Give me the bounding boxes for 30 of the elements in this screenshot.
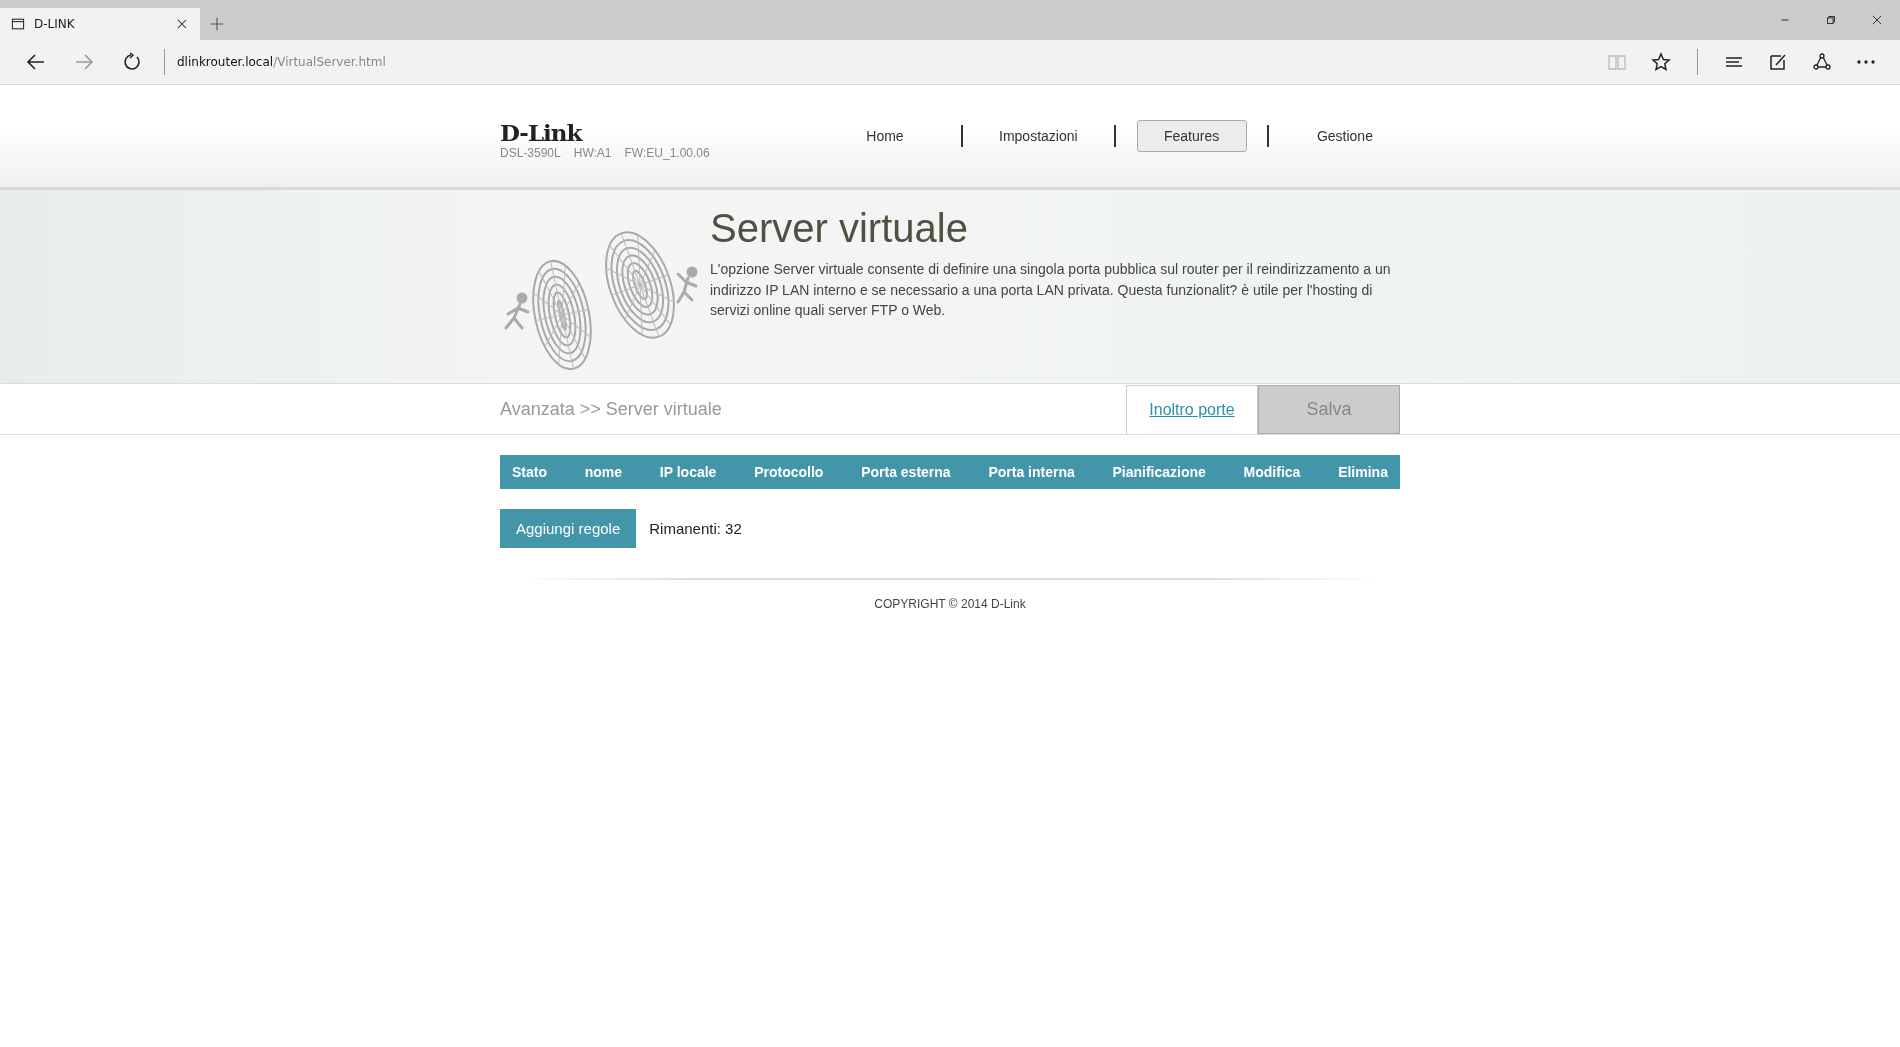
column-header: IP locale bbox=[659, 464, 717, 480]
forward-arrow-icon[interactable] bbox=[74, 52, 94, 72]
column-header: Elimina bbox=[1338, 464, 1388, 480]
hardware-label: HW:A1 bbox=[573, 145, 612, 160]
page-description: L'opzione Server virtuale consente di definire una singola porta pubblica sul router per il reindirizzamento a un indirizzo IP LAN interno e se necessario a una porta LAN privata. Questa funzionalit? è utile per l'hosting di servizi online quali server FTP o Web. bbox=[710, 260, 1392, 320]
column-header: nome bbox=[584, 464, 623, 480]
column-header: Porta esterna bbox=[861, 464, 951, 480]
page-title: Server virtuale bbox=[710, 206, 968, 251]
pen-note-icon[interactable] bbox=[1768, 52, 1788, 72]
column-header: Protocollo bbox=[754, 464, 824, 480]
nav-tab[interactable]: Gestione bbox=[1289, 120, 1400, 152]
copyright: COPYRIGHT © 2014 D-Link bbox=[874, 597, 1026, 611]
nav-tab[interactable]: Features bbox=[1136, 120, 1247, 152]
address-field[interactable]: dlinkrouter.local/VirtualServer.html bbox=[177, 55, 386, 69]
column-header: Modifica bbox=[1243, 464, 1301, 480]
browser-tab[interactable]: D-LINK bbox=[0, 8, 200, 40]
firmware-label: FW:EU_1.00.06 bbox=[624, 145, 710, 160]
share-icon[interactable] bbox=[1812, 52, 1832, 72]
refresh-icon[interactable] bbox=[122, 52, 142, 72]
column-header: Stato bbox=[512, 464, 547, 480]
star-icon[interactable] bbox=[1651, 52, 1671, 72]
nav-tab[interactable]: Home bbox=[830, 120, 940, 152]
logo: D-Link bbox=[500, 118, 582, 146]
model-label: DSL-3590L bbox=[500, 145, 561, 160]
remaining-count: Rimanenti: 32 bbox=[649, 520, 742, 537]
nav-tab[interactable]: Impostazioni bbox=[983, 120, 1094, 152]
column-header: Porta interna bbox=[988, 464, 1075, 480]
back-arrow-icon[interactable] bbox=[26, 52, 46, 72]
breadcrumb: Avanzata >> Server virtuale bbox=[500, 398, 723, 420]
column-header: Pianificazione bbox=[1112, 464, 1206, 480]
